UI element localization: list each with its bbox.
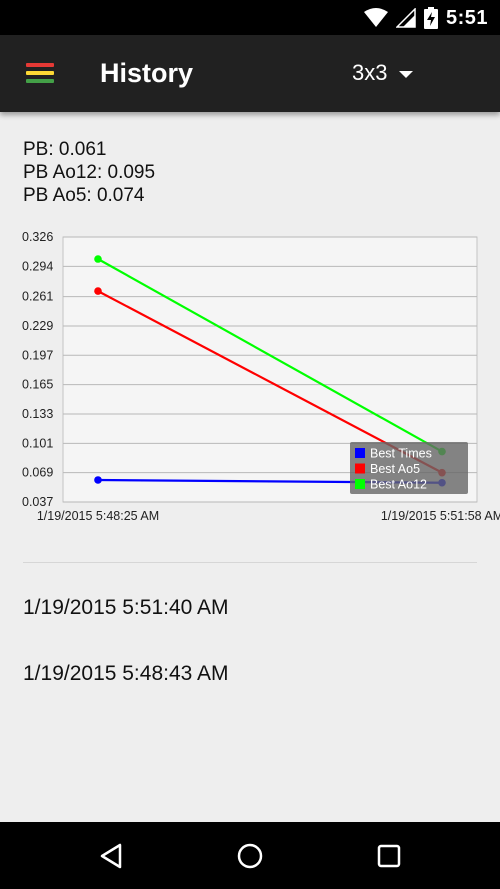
y-tick-label: 0.069 xyxy=(22,466,53,480)
page-title: History xyxy=(100,58,194,88)
y-tick-label: 0.326 xyxy=(22,230,53,244)
y-tick-label: 0.037 xyxy=(22,495,53,509)
divider xyxy=(23,562,477,563)
puzzle-type-dropdown[interactable]: 3x3 xyxy=(352,60,414,86)
cellular-icon xyxy=(395,8,416,28)
pb-ao12: PB Ao12: 0.095 xyxy=(23,162,156,183)
battery-charging-icon xyxy=(423,7,438,29)
wifi-icon xyxy=(363,8,388,27)
navigation-bar xyxy=(0,822,500,889)
puzzle-type-value: 3x3 xyxy=(352,60,388,85)
app-bar: History 3x3 xyxy=(0,35,500,112)
menu-bar-red xyxy=(26,63,54,67)
y-tick-label: 0.294 xyxy=(22,259,53,273)
x-tick-label: 1/19/2015 5:48:25 AM xyxy=(37,509,159,523)
history-item[interactable]: 1/19/2015 5:48:43 AM xyxy=(23,662,229,686)
status-time: 5:51 xyxy=(445,6,488,29)
y-tick-label: 0.133 xyxy=(22,407,53,421)
home-icon[interactable] xyxy=(234,840,266,872)
back-icon[interactable] xyxy=(96,840,128,872)
hamburger-menu-icon[interactable] xyxy=(26,63,54,83)
dropdown-arrow-icon xyxy=(399,70,414,78)
legend-label: Best Ao12 xyxy=(370,478,427,492)
x-tick-label: 1/19/2015 5:51:58 AM xyxy=(381,509,500,523)
legend-swatch xyxy=(355,463,365,474)
data-point xyxy=(94,255,102,263)
menu-bar-yellow xyxy=(26,71,54,75)
legend-label: Best Times xyxy=(370,447,432,461)
status-bar: 5:51 xyxy=(0,0,500,35)
pb-stats: PB: 0.061 PB Ao12: 0.095 PB Ao5: 0.074 xyxy=(23,138,155,207)
history-chart: 0.326 0.294 0.261 0.229 0.197 0.165 0.133 0.101… xyxy=(22,230,500,523)
status-icons: 5:51 xyxy=(363,6,488,30)
history-item[interactable]: 1/19/2015 5:51:40 AM xyxy=(23,596,229,620)
y-tick-label: 0.197 xyxy=(22,348,53,362)
legend-swatch xyxy=(355,448,365,458)
y-tick-label: 0.165 xyxy=(22,378,53,392)
legend-swatch xyxy=(355,479,365,489)
pb-single: PB: 0.061 xyxy=(23,139,107,160)
y-tick-label: 0.261 xyxy=(22,290,53,304)
legend-label: Best Ao5 xyxy=(370,462,420,476)
data-point xyxy=(94,287,102,295)
recents-icon[interactable] xyxy=(373,840,405,872)
menu-bar-green xyxy=(26,79,54,83)
pb-ao5: PB Ao5: 0.074 xyxy=(23,185,145,206)
y-tick-label: 0.229 xyxy=(22,319,53,333)
y-tick-label: 0.101 xyxy=(22,436,53,450)
data-point xyxy=(94,476,102,484)
